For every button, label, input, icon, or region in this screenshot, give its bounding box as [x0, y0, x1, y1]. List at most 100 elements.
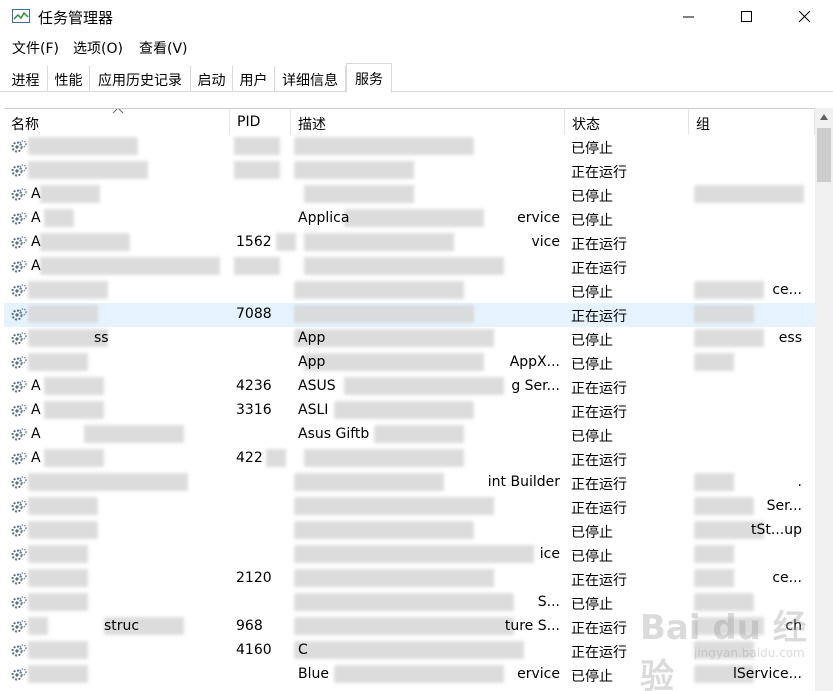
menu-file[interactable]: 文件(F) [12, 38, 59, 58]
table-row[interactable]: struc 968 ture S... 正在运行 ch [4, 615, 815, 639]
table-row[interactable]: A 422 正在运行 [4, 447, 815, 471]
service-pid: 3316 [236, 402, 272, 418]
redacted-region [28, 617, 48, 635]
table-row[interactable]: 已停止 ce... [4, 279, 815, 303]
service-group-tail: ce... [772, 570, 802, 586]
service-status: 正在运行 [571, 501, 627, 517]
redacted-region [694, 593, 754, 611]
table-row[interactable]: 正在运行 [4, 159, 815, 183]
tab-app-history[interactable]: 应用历史记录 [90, 66, 191, 92]
maximize-button[interactable] [718, 0, 776, 34]
table-row[interactable]: ss App 已停止 ess [4, 327, 815, 351]
service-description: App [298, 330, 326, 346]
table-row[interactable]: Blue ervice 已停止 lService... [4, 663, 815, 687]
table-row[interactable]: A 正在运行 [4, 255, 815, 279]
service-status: 已停止 [571, 213, 613, 229]
redacted-region [304, 233, 454, 251]
service-gear-icon [10, 618, 28, 636]
redacted-region [694, 545, 734, 563]
column-header-pid[interactable]: PID [230, 109, 291, 135]
service-description-tail: vice [531, 234, 561, 250]
redacted-region [304, 449, 464, 467]
service-name-tail: struc [104, 618, 140, 634]
service-gear-icon [10, 666, 28, 684]
table-row[interactable]: 2120 正在运行 ce... [4, 567, 815, 591]
service-pid: 1562 [236, 234, 272, 250]
vertical-scrollbar[interactable] [815, 108, 833, 691]
table-row[interactable]: A Applica ervice 已停止 [4, 207, 815, 231]
service-gear-icon [10, 210, 28, 228]
table-row[interactable]: A 3316 ASLI 正在运行 [4, 399, 815, 423]
service-status: 已停止 [571, 669, 613, 685]
service-description: ASLI [298, 402, 329, 418]
redacted-region [294, 521, 474, 539]
service-description: C [298, 642, 308, 658]
tab-users[interactable]: 用户 [233, 66, 275, 92]
tab-startup[interactable]: 启动 [191, 66, 233, 92]
redacted-region [694, 353, 734, 371]
scroll-thumb[interactable] [817, 128, 831, 182]
redacted-region [304, 185, 414, 203]
service-name: A [31, 258, 41, 274]
table-row[interactable]: 已停止 [4, 135, 815, 159]
service-status: 正在运行 [571, 405, 627, 421]
service-gear-icon [10, 378, 28, 396]
service-gear-icon [10, 330, 28, 348]
redacted-region [694, 185, 804, 203]
tab-details[interactable]: 详细信息 [275, 66, 346, 92]
table-row[interactable]: A Asus Giftb 已停止 [4, 423, 815, 447]
service-description-tail: ervice [517, 666, 560, 682]
redacted-region [234, 137, 280, 155]
tab-processes[interactable]: 进程 [4, 66, 48, 92]
table-row[interactable]: A 1562 vice 正在运行 [4, 231, 815, 255]
redacted-region [294, 617, 514, 635]
redacted-region [28, 473, 188, 491]
tab-services[interactable]: 服务 [346, 63, 392, 93]
maximize-icon [741, 11, 752, 22]
service-group-tail: ch [785, 618, 802, 634]
service-gear-icon [10, 426, 28, 444]
minimize-button[interactable] [660, 0, 718, 34]
service-name: A [31, 378, 41, 394]
service-status: 已停止 [571, 285, 613, 301]
table-row[interactable]: S... 已停止 [4, 591, 815, 615]
service-group-tail: Ser... [766, 498, 802, 514]
service-pid: 4236 [236, 378, 272, 394]
column-label: 名称 [11, 117, 39, 133]
service-status: 正在运行 [571, 237, 627, 253]
table-row[interactable]: ice 已停止 [4, 543, 815, 567]
service-status: 已停止 [571, 141, 613, 157]
column-header-status[interactable]: 状态 [565, 109, 689, 135]
menu-view[interactable]: 查看(V) [139, 38, 188, 58]
close-button[interactable] [776, 0, 833, 34]
service-status: 已停止 [571, 549, 613, 565]
redacted-region [294, 281, 464, 299]
service-name: A [31, 234, 41, 250]
menu-options[interactable]: 选项(O) [73, 38, 123, 58]
service-description: Asus Giftb [298, 426, 370, 442]
table-row[interactable]: int Builder 正在运行. [4, 471, 815, 495]
table-row[interactable]: A 已停止 [4, 183, 815, 207]
redacted-region [694, 641, 754, 659]
redacted-region [28, 161, 148, 179]
table-row[interactable]: App AppX... 已停止 [4, 351, 815, 375]
tab-performance[interactable]: 性能 [48, 66, 90, 92]
redacted-region [694, 569, 734, 587]
table-row[interactable]: 已停止 tSt...up [4, 519, 815, 543]
table-row[interactable]: 7088 正在运行 [4, 303, 815, 327]
title-bar: 任务管理器 [0, 0, 833, 34]
redacted-region [694, 497, 754, 515]
service-description-tail: ture S... [504, 618, 560, 634]
scroll-up-button[interactable] [815, 108, 833, 126]
table-row[interactable]: A 4236 ASUS g Ser... 正在运行 [4, 375, 815, 399]
service-description-tail: AppX... [509, 354, 560, 370]
column-header-description[interactable]: 描述 [291, 109, 565, 135]
table-row[interactable]: 4160 C 正在运行 [4, 639, 815, 663]
chevron-up-icon [820, 114, 828, 120]
service-name: A [31, 450, 41, 466]
table-row[interactable]: 正在运行 Ser... [4, 495, 815, 519]
column-header-group[interactable]: 组 [689, 109, 815, 135]
column-header-name[interactable]: 名称 [4, 109, 230, 135]
service-gear-icon [10, 306, 28, 324]
service-status: 已停止 [571, 597, 613, 613]
